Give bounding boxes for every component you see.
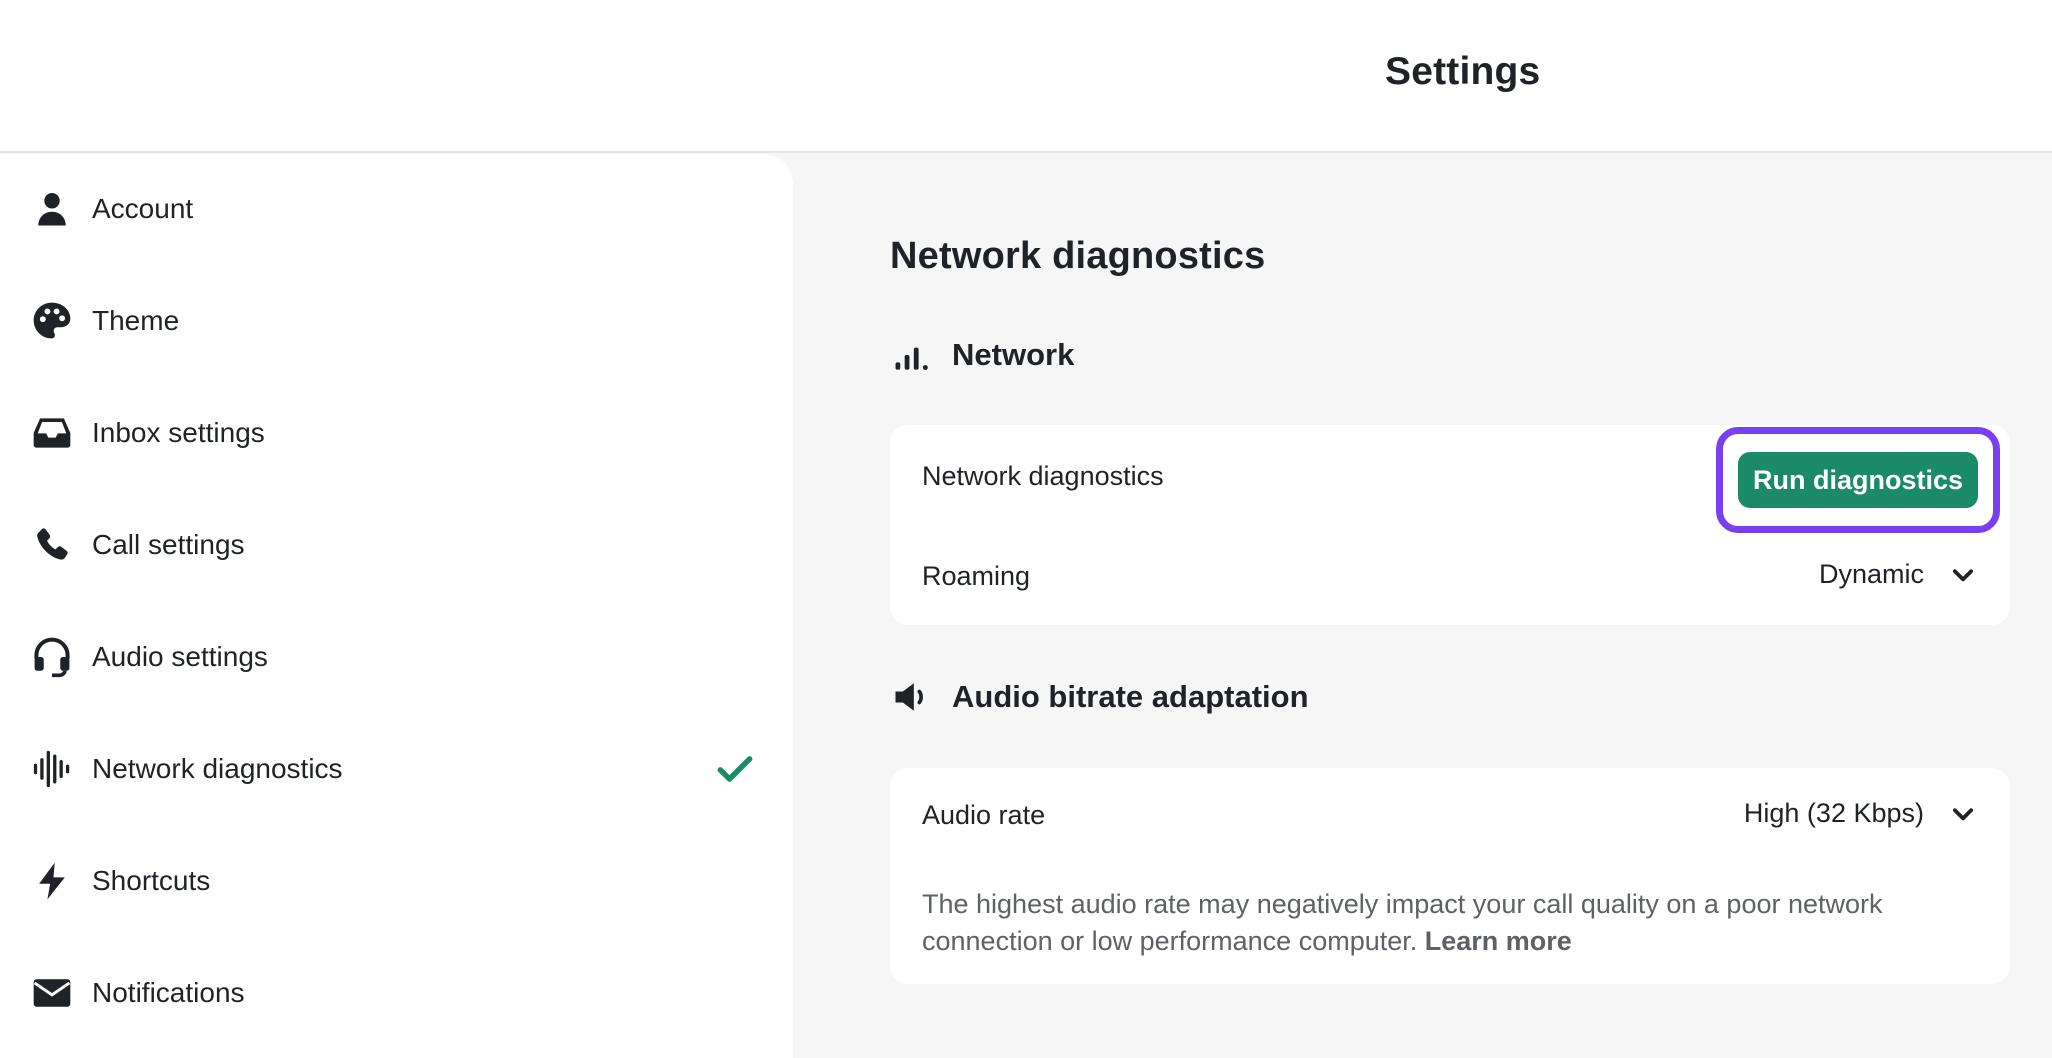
settings-sidebar: Account Theme Inbox settings Call settin… — [0, 154, 793, 1058]
top-header: Settings — [0, 0, 2052, 153]
audio-rate-description: The highest audio rate may negatively im… — [922, 886, 1982, 960]
roaming-value: Dynamic — [1818, 559, 1924, 589]
headset-icon — [28, 633, 76, 681]
roaming-label: Roaming — [922, 561, 1031, 591]
speaker-icon — [895, 683, 923, 711]
section-title: Network diagnostics — [890, 235, 1266, 277]
sidebar-item-theme[interactable]: Theme — [0, 271, 793, 371]
sidebar-item-account[interactable]: Account — [0, 159, 793, 259]
sidebar-item-call-settings[interactable]: Call settings — [0, 495, 793, 595]
sidebar-item-label: Network diagnostics — [92, 753, 343, 784]
roaming-select[interactable]: Dynamic — [1819, 559, 1978, 590]
palette-icon — [28, 297, 76, 345]
chevron-down-icon — [1953, 568, 1973, 581]
network-diagnostics-label: Network diagnostics — [922, 461, 1164, 491]
audio-heading: Audio bitrate adaptation — [952, 679, 1309, 714]
sidebar-item-label: Inbox settings — [92, 417, 265, 448]
network-section-heading: Network — [890, 333, 1074, 377]
sidebar-item-audio-settings[interactable]: Audio settings — [0, 607, 793, 707]
audio-rate-label: Audio rate — [922, 800, 1046, 830]
inbox-icon — [28, 409, 76, 457]
network-heading: Network — [952, 337, 1075, 372]
audio-rate-select[interactable]: High (32 Kbps) — [1744, 798, 1978, 829]
chevron-down-icon — [1953, 807, 1973, 820]
envelope-icon — [28, 969, 76, 1017]
sidebar-item-label: Call settings — [92, 529, 245, 560]
sidebar-item-label: Shortcuts — [92, 865, 211, 896]
sidebar-item-shortcuts[interactable]: Shortcuts — [0, 831, 793, 931]
run-diagnostics-button[interactable]: Run diagnostics — [1738, 452, 1978, 508]
checkmark-icon — [717, 756, 753, 782]
sidebar-item-label: Theme — [92, 305, 180, 336]
phone-icon — [28, 521, 76, 569]
user-icon — [28, 185, 76, 233]
audio-card: Audio rate High (32 Kbps) The highest au… — [890, 768, 2010, 984]
page-title: Settings — [1385, 50, 1541, 93]
network-card: Network diagnostics Run diagnostics Roam… — [890, 425, 2010, 625]
sidebar-item-label: Notifications — [92, 977, 245, 1008]
audio-rate-description-text: The highest audio rate may negatively im… — [922, 889, 1883, 956]
waveform-icon — [28, 745, 76, 793]
sidebar-item-label: Account — [92, 193, 194, 224]
sidebar-item-label: Audio settings — [92, 641, 268, 672]
signal-bars-icon — [895, 347, 928, 370]
sidebar-item-inbox-settings[interactable]: Inbox settings — [0, 383, 793, 483]
sidebar-item-notifications[interactable]: Notifications — [0, 943, 793, 1043]
run-diagnostics-focus-ring: Run diagnostics — [1716, 427, 2000, 533]
bolt-icon — [28, 857, 76, 905]
audio-section-heading: Audio bitrate adaptation — [890, 675, 1309, 719]
audio-rate-value: High (32 Kbps) — [1743, 798, 1924, 828]
learn-more-link[interactable]: Learn more — [1425, 926, 1572, 956]
sidebar-item-network-diagnostics[interactable]: Network diagnostics — [0, 719, 793, 819]
